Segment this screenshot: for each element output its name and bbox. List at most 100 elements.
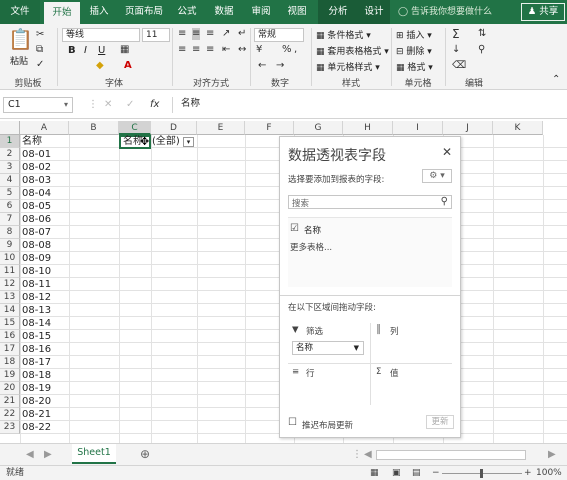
bold-button[interactable]: B [68,45,76,56]
row-header[interactable]: 21 [0,395,20,408]
new-sheet-icon[interactable]: ⊕ [140,448,150,460]
cell-a21[interactable]: 08-20 [20,395,51,408]
page-layout-view-icon[interactable]: ▣ [392,466,401,480]
cell-a14[interactable]: 08-13 [20,304,51,317]
row-header[interactable]: 14 [0,304,20,317]
row-header[interactable]: 13 [0,291,20,304]
decrease-indent-icon[interactable]: ⇤ [222,44,230,56]
tab-design[interactable]: 设计 [358,0,390,24]
row-header[interactable]: 3 [0,161,20,174]
percent-icon[interactable]: % [282,44,292,56]
copy-icon[interactable]: ⧉ [36,44,43,56]
font-name-combo[interactable]: 等线 [62,28,140,42]
collapse-ribbon-icon[interactable]: ⌃ [552,74,560,86]
row-header[interactable]: 7 [0,213,20,226]
zoom-thumb[interactable] [480,469,483,478]
zoom-out-icon[interactable]: − [432,466,440,480]
row-header[interactable]: 22 [0,408,20,421]
column-header[interactable]: D [151,121,197,135]
number-format-combo[interactable]: 常规 [254,28,304,42]
font-size-combo[interactable]: 11 [142,28,170,42]
cell-a13[interactable]: 08-12 [20,291,51,304]
filter-dropdown-icon[interactable]: ▾ [183,137,194,147]
field-label[interactable]: 名称 [304,224,321,236]
formula-input[interactable]: 名称 [172,97,564,113]
insert-function-button[interactable]: fx [150,99,159,111]
cell-a23[interactable]: 08-22 [20,421,51,434]
row-header[interactable]: 10 [0,252,20,265]
resize-handle-icon[interactable]: ⋮ [88,99,98,111]
row-header[interactable]: 18 [0,356,20,369]
conditional-format-button[interactable]: ▦ 条件格式 ▾ [316,28,371,41]
normal-view-icon[interactable]: ▦ [370,466,379,480]
decrease-decimal-icon[interactable]: → [276,60,284,72]
find-select-icon[interactable]: ⚲ [478,44,485,56]
column-header[interactable]: I [393,121,443,135]
cell-a4[interactable]: 08-03 [20,174,51,187]
cell-a2[interactable]: 08-01 [20,148,51,161]
scroll-right-icon[interactable]: ▶ [44,449,52,461]
columns-area[interactable]: ║ 列 [372,323,452,363]
page-break-view-icon[interactable]: ▤ [412,466,421,480]
tab-data[interactable]: 数据 [208,0,240,24]
zoom-level[interactable]: 100% [536,466,562,480]
tab-home[interactable]: 开始 [44,2,80,24]
align-center-icon[interactable]: ≡ [192,44,200,56]
column-header[interactable]: C [119,121,151,135]
scroll-left-icon[interactable]: ◀ [26,449,34,461]
cell-a22[interactable]: 08-21 [20,408,51,421]
currency-icon[interactable]: ¥ [256,44,262,56]
row-header[interactable]: 4 [0,174,20,187]
cell-a10[interactable]: 08-09 [20,252,51,265]
underline-button[interactable]: U [98,45,105,56]
name-box[interactable]: C1 [3,97,73,113]
align-top-icon[interactable]: ≡ [178,28,186,40]
cell-a16[interactable]: 08-15 [20,330,51,343]
select-all-corner[interactable] [0,121,20,135]
tab-file[interactable]: 文件 [0,0,40,24]
column-header[interactable]: J [443,121,493,135]
cut-icon[interactable]: ✂ [36,29,44,41]
row-header[interactable]: 23 [0,421,20,434]
sheet-tab[interactable]: Sheet1 [72,444,116,464]
values-area[interactable]: Σ 值 [372,365,452,405]
paste-label[interactable]: 粘贴 [10,54,28,67]
merge-center-icon[interactable]: ↔ [238,44,246,56]
name-box-dropdown-icon[interactable]: ▾ [64,99,68,111]
format-as-table-button[interactable]: ▦ 套用表格格式 ▾ [316,44,389,57]
filters-area[interactable]: ▼ 筛选 名称 ▼ [288,323,370,363]
column-header[interactable]: F [245,121,294,135]
row-header[interactable]: 20 [0,382,20,395]
cell-a1[interactable]: 名称 [20,135,42,148]
row-header[interactable]: 5 [0,187,20,200]
column-header[interactable]: H [343,121,393,135]
row-header[interactable]: 12 [0,278,20,291]
column-header[interactable]: G [294,121,343,135]
fill-icon[interactable]: ↓ [452,44,460,56]
format-painter-icon[interactable]: ✓ [36,59,44,71]
increase-decimal-icon[interactable]: ← [258,60,266,72]
tab-review[interactable]: 审阅 [245,0,277,24]
font-color-icon[interactable]: A [124,60,132,72]
cancel-icon[interactable]: ✕ [104,99,112,111]
close-icon[interactable]: ✕ [442,145,452,159]
filter-field-pill[interactable]: 名称 ▼ [292,341,364,355]
share-button[interactable]: ♟ 共享 [521,3,565,21]
align-middle-icon[interactable]: ≡ [192,28,201,40]
defer-checkbox[interactable]: ☐ [288,417,297,428]
cell-a7[interactable]: 08-06 [20,213,51,226]
row-header[interactable]: 2 [0,148,20,161]
column-header[interactable]: K [493,121,543,135]
enter-icon[interactable]: ✓ [126,99,134,111]
rows-area[interactable]: ≡ 行 [288,365,370,405]
zoom-in-icon[interactable]: + [524,466,532,480]
horizontal-scrollbar[interactable] [376,450,526,460]
sort-filter-icon[interactable]: ⇅ [478,28,486,40]
update-button[interactable]: 更新 [426,415,454,429]
hscroll-right-icon[interactable]: ▶ [548,449,556,461]
italic-button[interactable]: I [84,45,87,56]
hscroll-left-icon[interactable]: ◀ [364,449,372,461]
tab-formulas[interactable]: 公式 [172,0,202,24]
cell-a12[interactable]: 08-11 [20,278,51,291]
autosum-icon[interactable]: Σ [452,28,460,40]
